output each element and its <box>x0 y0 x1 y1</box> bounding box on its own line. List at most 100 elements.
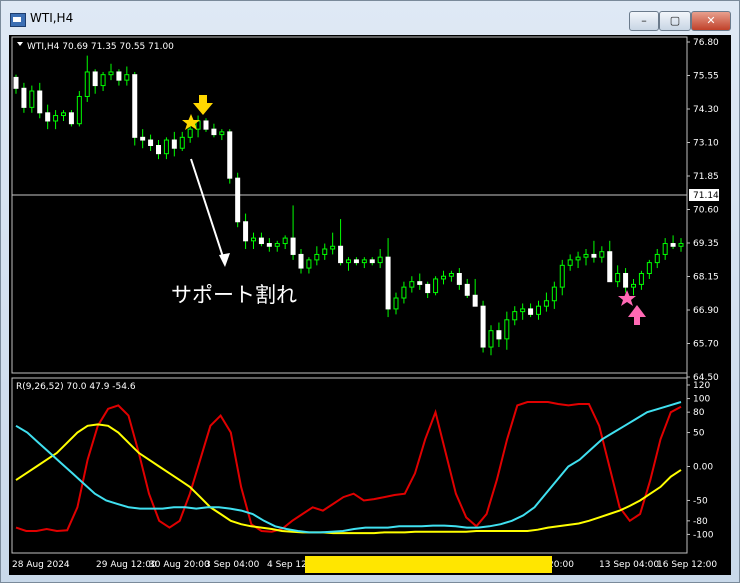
candle-body <box>441 275 446 280</box>
price-axis-labels: 76.80 75.55 74.30 73.10 71.85 70.60 69.35 68.15… <box>687 38 719 383</box>
price-label: 70.60 <box>693 206 719 216</box>
candle-body <box>480 305 486 348</box>
candle-body <box>488 330 494 348</box>
candle-body <box>68 112 74 125</box>
price-label: 76.80 <box>693 38 719 48</box>
price-label: 68.15 <box>693 273 719 283</box>
price-label: 75.55 <box>693 72 719 82</box>
support-break-arrow-line <box>190 158 226 264</box>
candle-body <box>53 115 59 122</box>
candle-body <box>314 253 320 261</box>
time-label: 28 Aug 2024 <box>12 560 70 570</box>
candle-body <box>338 245 344 264</box>
candle-body <box>100 74 106 87</box>
candle-body <box>591 253 597 258</box>
horizontal-scroll-thumb[interactable] <box>305 556 552 573</box>
time-label: 3 Sep 04:00 <box>205 560 260 570</box>
candle-body <box>385 256 391 310</box>
candle-body <box>92 71 98 87</box>
candle-body <box>607 251 613 283</box>
candle-body <box>512 311 518 321</box>
candle-body <box>543 300 549 307</box>
candle-body <box>322 248 328 255</box>
candle-body <box>211 128 217 136</box>
indicator-header: R(9,26,52) 70.0 47.9 -54.6 <box>16 382 136 392</box>
candle-body <box>290 237 296 255</box>
candle-body <box>417 281 423 285</box>
close-button[interactable]: ✕ <box>691 11 731 31</box>
candle-body <box>45 112 51 122</box>
price-label: 73.10 <box>693 139 719 149</box>
candle-body <box>219 131 225 136</box>
candle-body <box>377 256 383 264</box>
price-label: 71.85 <box>693 172 719 182</box>
chart-area[interactable]: WTI,H4 70.69 71.35 70.55 71.00 76.80 75.5… <box>9 35 731 575</box>
candle-body <box>282 237 288 245</box>
candle-body <box>504 319 510 340</box>
candle-body <box>29 90 35 108</box>
pink-up-arrow-icon <box>628 305 646 325</box>
minimize-button[interactable]: – <box>629 11 659 31</box>
maximize-button[interactable]: ▢ <box>659 11 691 31</box>
candle-body <box>235 177 241 223</box>
time-label: 16 Sep 12:00 <box>657 560 717 570</box>
current-price-label: 71.14 <box>693 191 719 201</box>
indicator-line-2 <box>15 401 682 534</box>
candle-body <box>401 286 407 299</box>
time-label: 4 Sep 12 <box>267 560 307 570</box>
indicator-line-1 <box>15 423 682 535</box>
candle-body <box>61 112 66 117</box>
candle-body <box>631 283 636 288</box>
candle-body <box>132 74 138 138</box>
candle-body <box>496 330 502 340</box>
candle-body <box>346 259 351 264</box>
candle-body <box>551 286 557 302</box>
candle-body <box>13 76 19 89</box>
indicator-label: 80 <box>693 408 705 418</box>
price-label: 66.90 <box>693 306 719 316</box>
candle-body <box>433 278 439 294</box>
window-title: WTI,H4 <box>30 11 74 25</box>
candle-body <box>140 136 146 141</box>
candle-body <box>456 273 462 285</box>
candle-body <box>599 251 605 258</box>
candle-body <box>37 90 43 114</box>
candle-body <box>124 74 130 81</box>
candle-body <box>615 273 621 283</box>
price-panel-header: WTI,H4 70.69 71.35 70.55 71.00 <box>27 42 174 52</box>
candle-body <box>536 305 541 315</box>
candle-body <box>258 237 264 245</box>
candle-body <box>84 71 90 97</box>
candle-body <box>306 259 312 269</box>
candle-body <box>274 243 280 247</box>
indicator-label: 100 <box>693 395 710 405</box>
candle-body <box>583 253 589 258</box>
yellow-down-arrow-icon <box>193 95 213 115</box>
time-label: 13 Sep 04:00 <box>599 560 659 570</box>
candle-body <box>638 273 644 285</box>
candle-body <box>662 243 668 255</box>
indicator-axis-labels: 120 100 80 50 0.00 -50 -80 -100 <box>687 381 714 540</box>
indicator-label: 0.00 <box>693 463 713 473</box>
candle-body <box>243 221 249 242</box>
indicator-label: -100 <box>693 530 714 540</box>
candle-body <box>623 273 629 288</box>
candle-body <box>409 281 415 288</box>
candle-body <box>670 243 676 247</box>
chart-window: WTI,H4 – ▢ ✕ WTI,H4 70.69 71.35 70.55 71… <box>0 0 740 583</box>
candle-body <box>559 264 565 288</box>
price-label: 74.30 <box>693 105 719 115</box>
candle-body <box>108 71 114 76</box>
candles <box>13 55 684 356</box>
candle-body <box>187 128 193 138</box>
candle-body <box>156 144 161 155</box>
candle-body <box>472 294 478 307</box>
title-bar[interactable]: WTI,H4 – ▢ ✕ <box>1 1 739 35</box>
candle-body <box>448 273 454 277</box>
candle-body <box>148 139 154 146</box>
chart-canvas[interactable]: WTI,H4 70.69 71.35 70.55 71.00 76.80 75.5… <box>9 35 731 575</box>
indicator-label: -80 <box>693 517 708 527</box>
price-label: 65.70 <box>693 340 719 350</box>
candle-body <box>227 131 233 179</box>
indicator-line-0 <box>15 401 682 533</box>
